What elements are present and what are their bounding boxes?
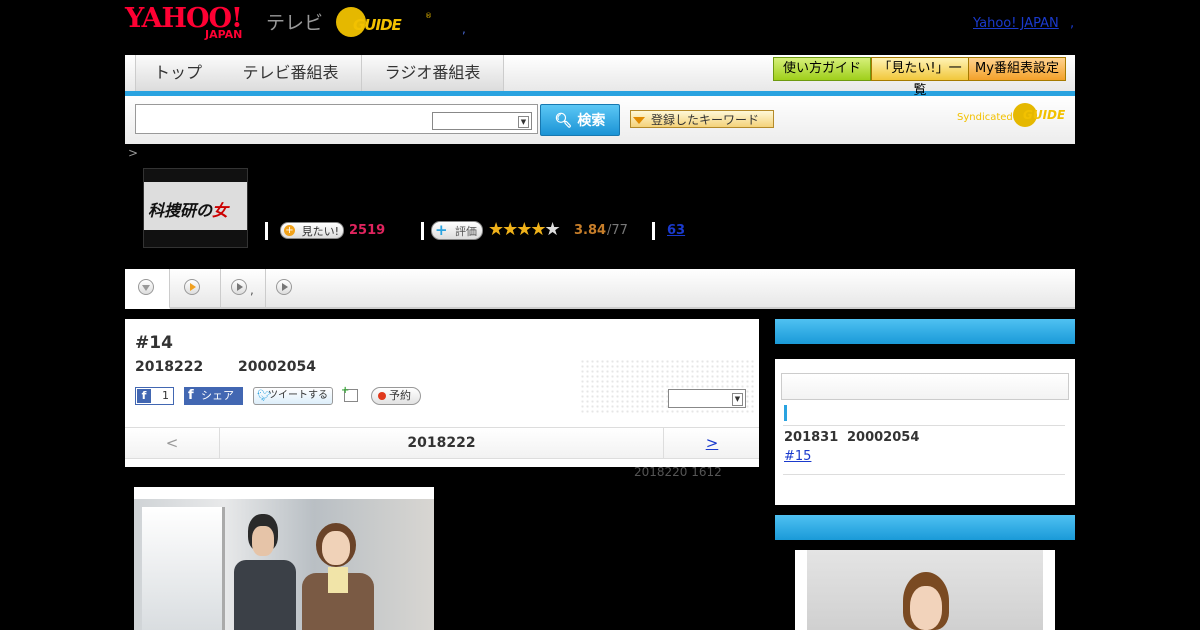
facebook-share-label: シェア bbox=[201, 389, 234, 402]
yahoo-logo-japan: JAPAN bbox=[205, 28, 243, 41]
photo-person-woman bbox=[302, 523, 374, 630]
panel-box bbox=[781, 373, 1069, 400]
divider bbox=[783, 425, 1065, 426]
plus-icon: + bbox=[284, 225, 295, 236]
tweet-label: ツイートする bbox=[268, 390, 328, 401]
dropdown-arrow-icon: ▼ bbox=[518, 116, 529, 128]
tv-logo-text[interactable]: テレビ bbox=[266, 8, 323, 35]
want-to-watch-count: 2519 bbox=[349, 223, 386, 238]
panel-header bbox=[775, 515, 1075, 540]
photo-window bbox=[142, 507, 225, 630]
subtab-3[interactable] bbox=[221, 269, 266, 307]
stat-divider bbox=[652, 222, 655, 240]
search-category-select[interactable]: ▼ bbox=[432, 112, 532, 130]
divider bbox=[783, 474, 1065, 475]
next-episode-link[interactable]: #15 bbox=[784, 449, 811, 464]
star-icon-empty: ★ bbox=[544, 219, 561, 240]
search-button[interactable]: 🔍︎ 検索 bbox=[540, 104, 620, 136]
yahoo-japan-link[interactable]: Yahoo! JAPAN bbox=[973, 16, 1059, 31]
episode-number: #14 bbox=[135, 333, 173, 353]
watchlist-button[interactable]: 「見たい!」一覧 bbox=[871, 57, 969, 98]
program-logo-title-accent: 女 bbox=[212, 201, 229, 220]
play-circle-icon bbox=[276, 279, 292, 295]
photo-person-man bbox=[234, 514, 296, 630]
stat-divider bbox=[421, 222, 424, 240]
saved-keywords-label: 登録したキーワード bbox=[651, 113, 760, 127]
chevron-down-circle-icon bbox=[138, 279, 154, 295]
cast-photo-image bbox=[807, 550, 1043, 630]
tab-top[interactable]: トップ bbox=[135, 55, 221, 91]
last-updated: 2018220 1612 bbox=[634, 465, 722, 479]
breadcrumb: > bbox=[128, 146, 139, 160]
play-circle-icon bbox=[184, 279, 200, 295]
cast-photo[interactable] bbox=[795, 550, 1055, 630]
episode-card: #14 2018222 20002054 f 1 f シェア 🐦︎ ツイートする… bbox=[125, 319, 759, 467]
facebook-like-button[interactable]: f 1 bbox=[135, 387, 174, 405]
subtab-2[interactable]: , bbox=[170, 269, 254, 307]
program-logo-title: 科捜研の女 bbox=[148, 197, 228, 221]
previous-episode-link[interactable]: < bbox=[125, 428, 220, 458]
review-count-link[interactable]: 63 bbox=[667, 223, 685, 238]
header-link-separator: , bbox=[1070, 16, 1075, 31]
episode-photo[interactable] bbox=[134, 487, 434, 630]
stat-divider bbox=[265, 222, 268, 240]
my-schedule-settings-button[interactable]: My番組表設定 bbox=[968, 57, 1066, 81]
record-reserve-label: 予約 bbox=[389, 389, 411, 402]
tab-tv-listings[interactable]: テレビ番組表 bbox=[220, 55, 362, 91]
program-subtabs: , bbox=[125, 269, 1075, 309]
syndicated-label: Syndicated bbox=[957, 112, 1013, 123]
star-rating: ★★★★★ bbox=[488, 219, 561, 240]
next-broadcast-time: 20002054 bbox=[847, 430, 920, 445]
section-marker bbox=[784, 405, 787, 421]
panel-header bbox=[775, 319, 1075, 344]
facebook-icon: f bbox=[188, 388, 194, 403]
episode-date: 2018222 bbox=[135, 359, 204, 375]
record-dot-icon bbox=[378, 392, 386, 400]
plus-icon: + bbox=[435, 221, 448, 239]
subtab-4[interactable] bbox=[266, 269, 306, 307]
pager-current-date: 2018222 bbox=[407, 435, 476, 451]
main-navigation: トップ テレビ番組表 ラジオ番組表 使い方ガイド 「見たい!」一覧 My番組表設… bbox=[125, 55, 1075, 98]
panel-subheader bbox=[775, 344, 1075, 359]
search-button-label: 検索 bbox=[577, 113, 606, 129]
program-logo[interactable]: 科捜研の女 bbox=[143, 168, 248, 248]
next-episode-link[interactable]: > bbox=[663, 428, 760, 458]
episode-photo-image bbox=[134, 499, 434, 630]
search-bar: ▼ 🔍︎ 検索 登録したキーワード Syndicated GUIDE bbox=[125, 96, 1075, 144]
episode-action-select[interactable]: ▼ bbox=[668, 389, 746, 408]
facebook-icon: f bbox=[137, 389, 151, 403]
dropdown-arrow-icon: ▼ bbox=[732, 393, 743, 406]
next-broadcast-date: 201831 bbox=[784, 430, 839, 445]
saved-keywords-button[interactable]: 登録したキーワード bbox=[630, 110, 774, 128]
cast-panel bbox=[775, 515, 1075, 630]
episode-pager: < 2018222 > bbox=[125, 427, 759, 459]
registered-mark: ® bbox=[425, 12, 432, 20]
plus-icon: + bbox=[341, 385, 350, 396]
rating-count: /77 bbox=[607, 223, 628, 238]
facebook-share-button[interactable]: f シェア bbox=[184, 387, 243, 405]
next-broadcast-panel: 201831 20002054 #15 bbox=[775, 319, 1075, 505]
gguide-logo-text: GUIDE bbox=[353, 16, 402, 34]
episode-time: 20002054 bbox=[238, 359, 316, 375]
search-icon: 🔍︎ bbox=[554, 113, 573, 129]
star-icon-filled: ★★★★ bbox=[488, 219, 547, 240]
tweet-button[interactable]: 🐦︎ ツイートする bbox=[253, 387, 333, 405]
gguide-small-logo-text: GUIDE bbox=[1023, 108, 1066, 122]
record-reserve-button[interactable]: 予約 bbox=[371, 387, 421, 405]
tab-radio-listings[interactable]: ラジオ番組表 bbox=[362, 55, 504, 91]
chevron-down-icon bbox=[633, 117, 645, 124]
play-circle-icon bbox=[231, 279, 247, 295]
facebook-like-count: 1 bbox=[162, 389, 169, 402]
program-logo-title-main: 科捜研の bbox=[148, 201, 213, 220]
rating-score: 3.84 bbox=[574, 223, 607, 238]
usage-guide-button[interactable]: 使い方ガイド bbox=[773, 57, 871, 81]
twitter-bird-icon: 🐦︎ bbox=[257, 389, 271, 402]
header-separator: , bbox=[462, 22, 466, 36]
calendar-add-icon[interactable]: + bbox=[341, 385, 358, 402]
subtab-episode-detail[interactable] bbox=[125, 269, 170, 309]
